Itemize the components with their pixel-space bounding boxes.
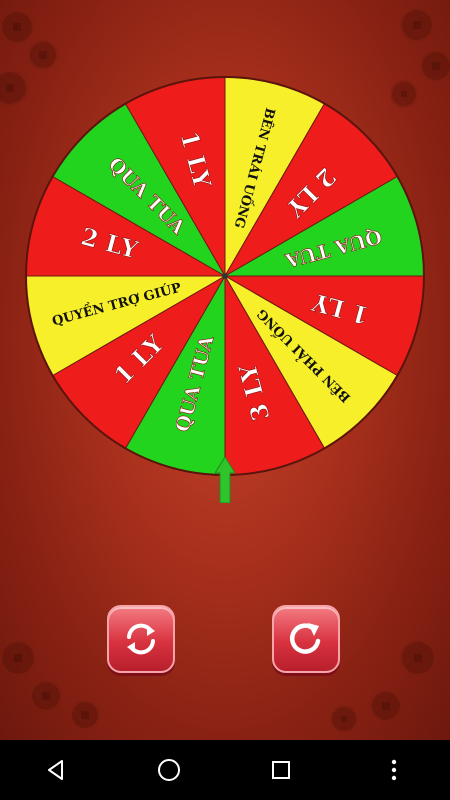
nav-recents-button[interactable] [251, 740, 311, 800]
coin-decoration [28, 40, 58, 70]
nav-back-button[interactable] [26, 740, 86, 800]
nav-home-button[interactable] [139, 740, 199, 800]
up-arrow-icon [214, 456, 236, 504]
refresh-icon [127, 623, 155, 655]
android-navigation-bar [0, 740, 450, 800]
nav-menu-button[interactable] [364, 740, 424, 800]
coin-decoration [400, 640, 436, 676]
home-circle-icon [157, 759, 180, 781]
coin-decoration [400, 8, 434, 42]
coin-decoration [330, 705, 358, 733]
rotate-right-icon [289, 623, 321, 654]
more-vert-icon [391, 759, 396, 781]
back-triangle-icon [48, 760, 64, 780]
coin-decoration [370, 690, 402, 722]
coin-decoration [30, 680, 62, 712]
coin-decoration [0, 640, 36, 676]
wheel-hub [222, 273, 228, 279]
spin-wheel[interactable]: BÊN TRÁI UỐNG 2 LY QUA TUA 1 LY BÊN PHẢI UỐN… [24, 75, 426, 477]
reset-button[interactable] [107, 605, 175, 673]
recents-square-icon [272, 761, 291, 779]
wheel-graphic[interactable]: BÊN TRÁI UỐNG 2 LYQUA TUA1 LYBÊN PHẢI UỐN… [24, 75, 426, 477]
coin-decoration [70, 700, 100, 730]
coin-decoration [0, 10, 34, 44]
game-screen: BÊN TRÁI UỐNG 2 LY QUA TUA 1 LY BÊN PHẢI UỐN… [0, 0, 450, 740]
spin-button[interactable] [272, 605, 340, 673]
wheel-pointer [214, 456, 236, 504]
